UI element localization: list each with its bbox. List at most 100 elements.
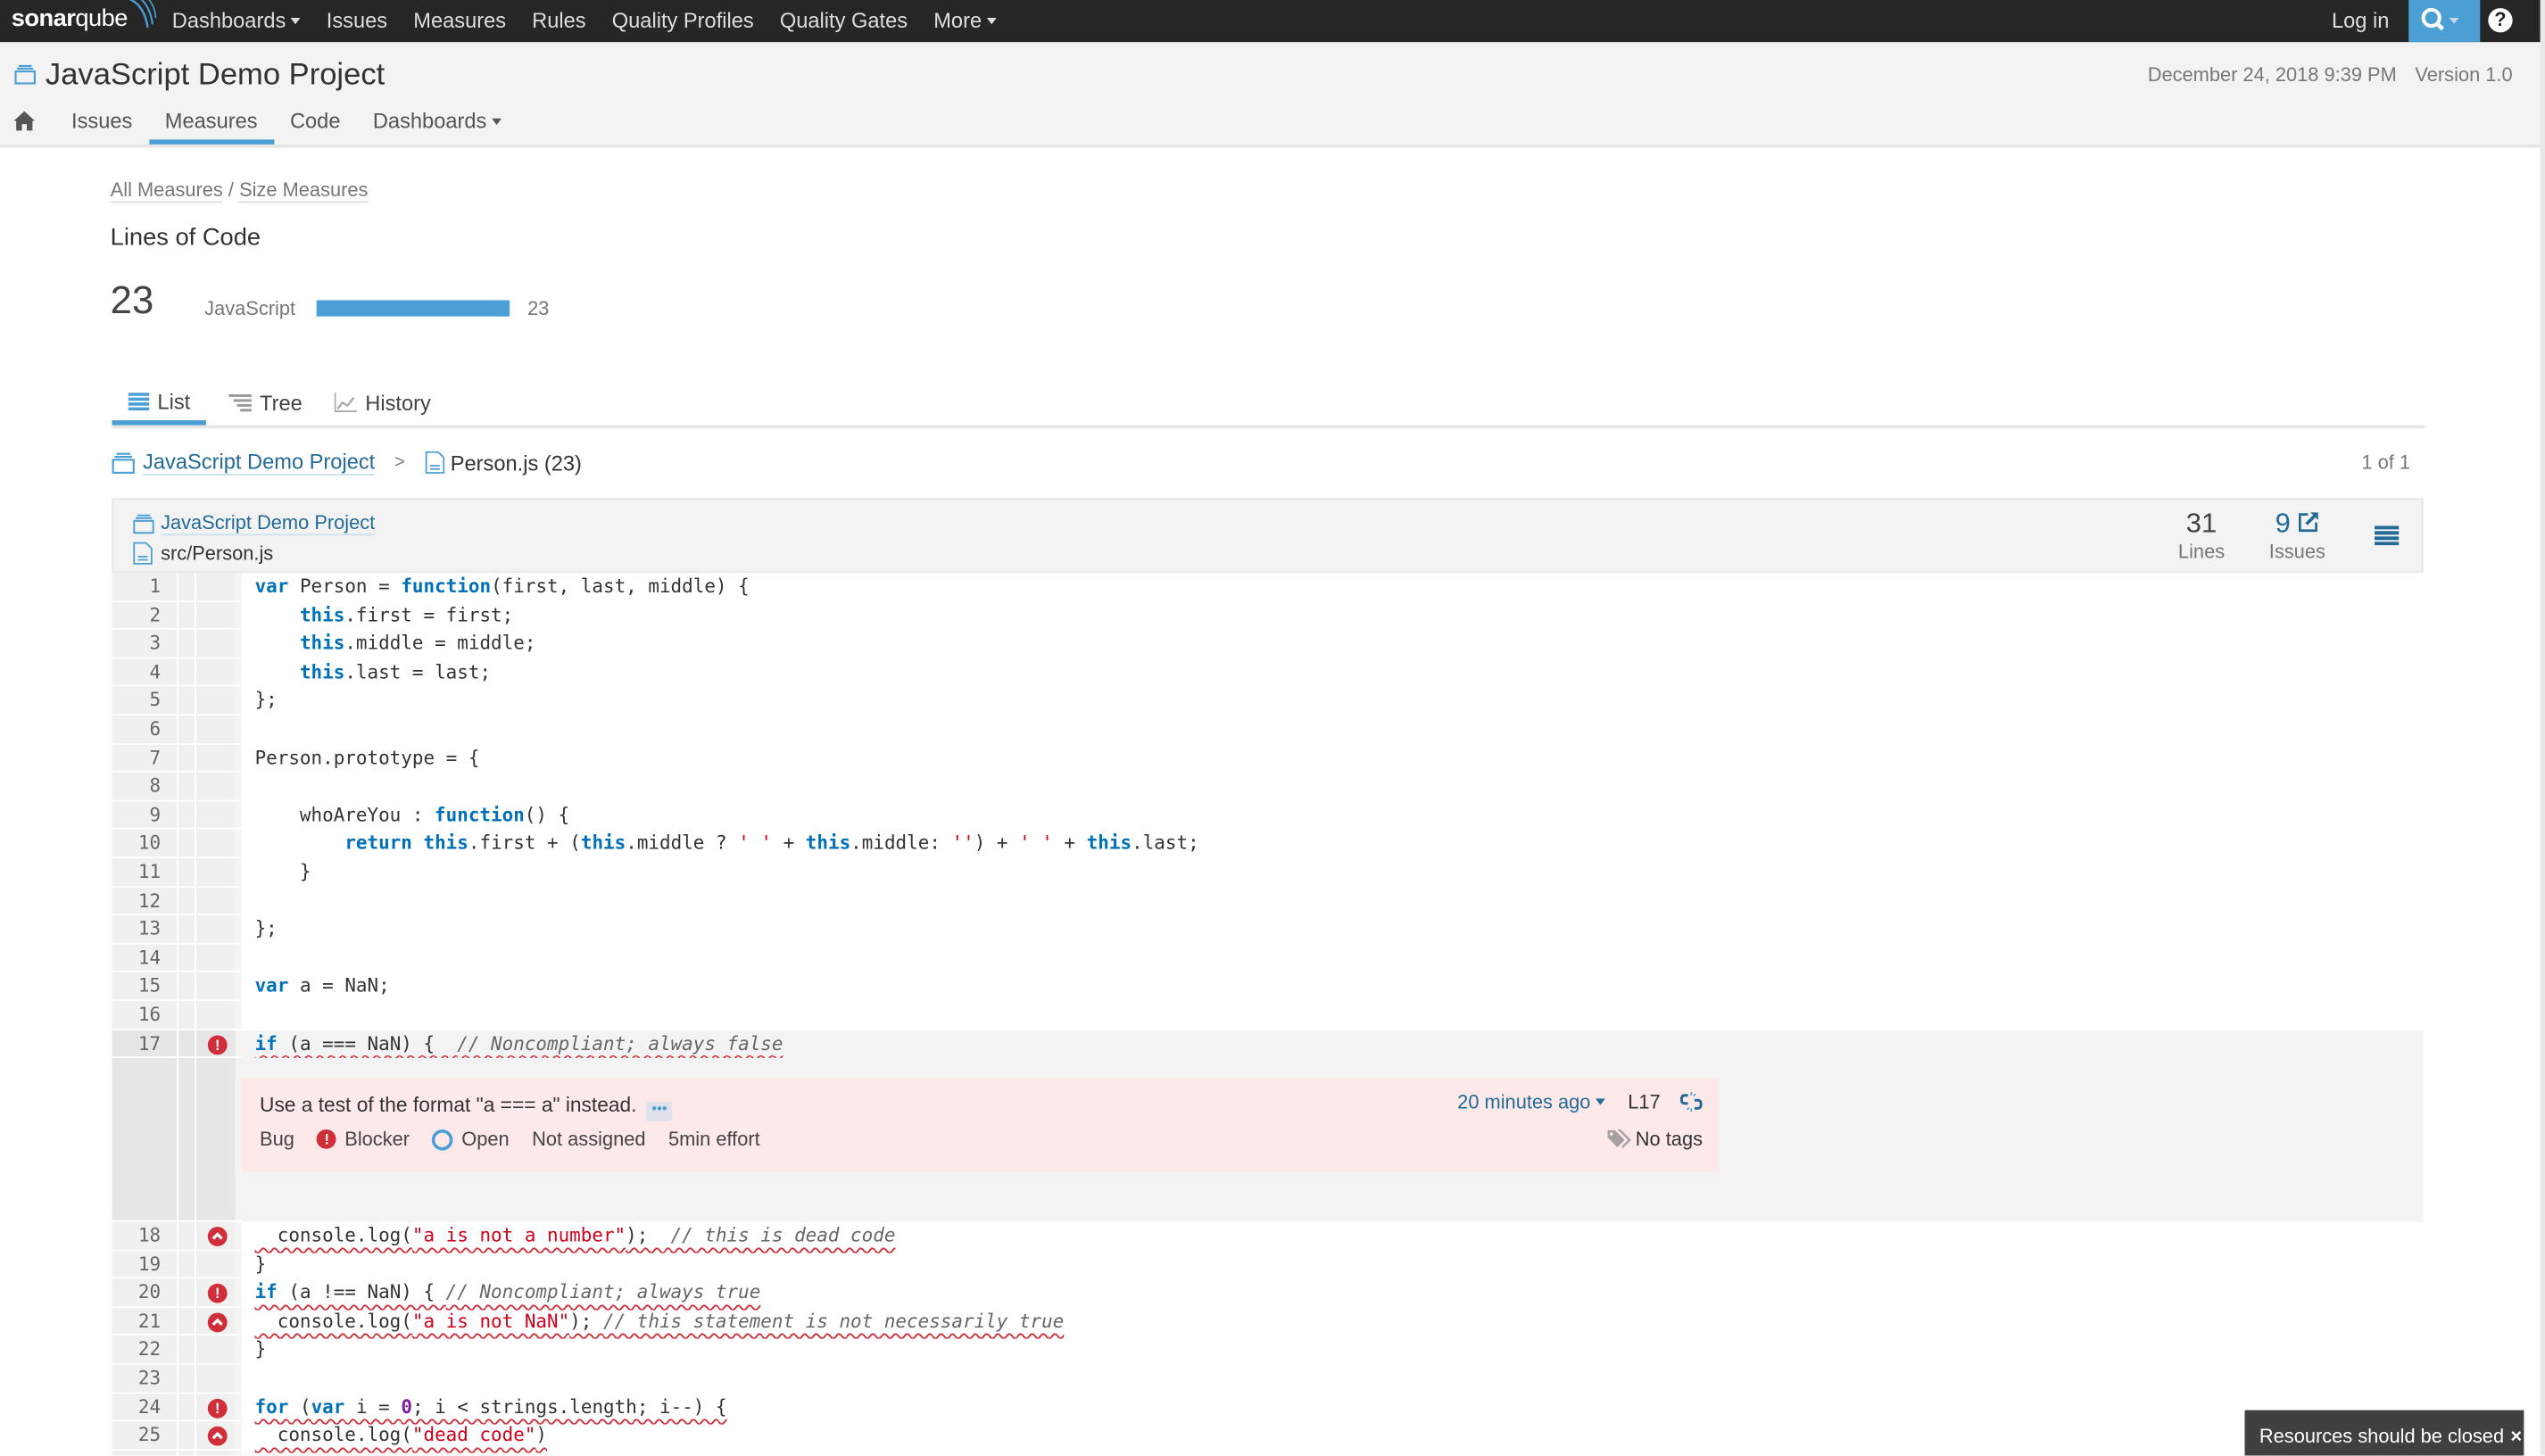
issue-tags[interactable]: No tags — [1606, 1128, 1703, 1151]
sonarqube-logo[interactable]: sonarqube — [12, 0, 157, 32]
critical-severity-icon[interactable] — [207, 1227, 228, 1247]
source-actions-menu[interactable] — [2375, 524, 2400, 553]
code-token: // this is dead code — [670, 1223, 896, 1247]
issues-gutter — [195, 716, 236, 745]
breadcrumb-project-link[interactable]: JavaScript Demo Project — [143, 450, 376, 476]
line-number[interactable]: 6 — [112, 716, 178, 745]
line-number[interactable]: 7 — [112, 744, 178, 774]
blocker-severity-icon[interactable]: ! — [207, 1398, 228, 1419]
line-number[interactable]: 10 — [112, 830, 178, 859]
global-nav-quality-gates[interactable]: Quality Gates — [767, 0, 920, 42]
line-number[interactable]: 14 — [112, 944, 178, 973]
global-nav-dashboards[interactable]: Dashboards — [159, 0, 313, 42]
code-token: 0 — [401, 1394, 412, 1419]
global-nav-rules[interactable]: Rules — [519, 0, 600, 42]
tab-label: Code — [289, 108, 341, 134]
tab-tree[interactable]: Tree — [228, 383, 303, 422]
issues-gutter — [195, 1250, 236, 1279]
source-project-link[interactable]: JavaScript Demo Project — [161, 511, 376, 536]
tab-list[interactable]: List — [112, 383, 207, 426]
issues-gutter — [195, 830, 236, 859]
line-number[interactable]: 16 — [112, 1001, 178, 1030]
source-line: 4 this.last = last; — [112, 658, 2424, 688]
issue-assignee[interactable]: Not assigned — [532, 1128, 645, 1150]
global-nav-issues[interactable]: Issues — [313, 0, 400, 42]
search-icon — [2421, 7, 2459, 31]
home-link[interactable] — [0, 103, 55, 139]
line-number[interactable]: 13 — [112, 915, 178, 945]
project-icon — [133, 513, 154, 534]
critical-severity-icon[interactable] — [207, 1312, 228, 1333]
issue-severity[interactable]: ! Blocker — [317, 1128, 410, 1151]
measure-breadcrumb: All Measures / Size Measures — [110, 178, 369, 203]
code-token: "a is not a number" — [411, 1223, 626, 1247]
code-token: '' — [951, 831, 974, 855]
issue-card[interactable]: Use a test of the format "a === a" inste… — [242, 1077, 1720, 1172]
global-navbar: sonarqube Dashboards Issues Measures Rules Q… — [0, 0, 2545, 43]
scm-gutter — [177, 1058, 195, 1222]
issue-age-dropdown[interactable]: 20 minutes ago — [1457, 1090, 1605, 1113]
project-tab-measures[interactable]: Measures — [148, 103, 274, 145]
line-code — [242, 944, 2424, 972]
project-title[interactable]: JavaScript Demo Project — [46, 58, 385, 94]
line-number[interactable]: 19 — [112, 1250, 178, 1279]
line-number[interactable]: 18 — [112, 1221, 178, 1251]
permalink-icon[interactable] — [1679, 1090, 1703, 1113]
search-button[interactable] — [2408, 0, 2481, 43]
lines-measure: 31 Lines — [2178, 508, 2225, 563]
all-measures-link[interactable]: All Measures — [110, 178, 223, 203]
line-number[interactable]: 12 — [112, 887, 178, 916]
line-number[interactable]: 15 — [112, 972, 178, 1002]
line-number[interactable]: 4 — [112, 658, 178, 688]
help-button[interactable]: ? — [2488, 8, 2513, 33]
line-code: console.log("a is not NaN"); // this sta… — [242, 1308, 2424, 1336]
code-token: return — [344, 831, 412, 855]
code-token: function — [435, 802, 525, 826]
issue-message[interactable]: Use a test of the format "a === a" inste… — [260, 1094, 673, 1122]
line-number[interactable]: 20 — [112, 1278, 178, 1308]
login-link[interactable]: Log in — [2332, 0, 2389, 42]
tab-label: Issues — [71, 108, 133, 134]
global-nav-menu: Dashboards Issues Measures Rules Quality Pro… — [159, 0, 1009, 42]
page-scrollbar[interactable] — [2540, 0, 2545, 1456]
line-number[interactable]: 8 — [112, 773, 178, 802]
line-number[interactable]: 3 — [112, 630, 178, 659]
issue-type[interactable]: Bug — [260, 1128, 294, 1150]
critical-severity-icon[interactable] — [207, 1427, 228, 1447]
more-info-button[interactable]: ••• — [646, 1101, 673, 1122]
line-number[interactable]: 21 — [112, 1307, 178, 1336]
line-number[interactable]: 25 — [112, 1421, 178, 1451]
issues-value[interactable]: 9 — [2276, 508, 2291, 539]
close-icon[interactable]: × — [2510, 1425, 2522, 1447]
tab-history[interactable]: History — [334, 383, 431, 422]
line-number[interactable]: 23 — [112, 1364, 178, 1394]
project-tab-issues[interactable]: Issues — [55, 103, 149, 144]
line-number[interactable]: 2 — [112, 601, 178, 631]
size-measures-link[interactable]: Size Measures — [239, 178, 369, 203]
blocker-severity-icon[interactable]: ! — [207, 1034, 228, 1055]
line-number[interactable]: 17 — [112, 1030, 178, 1059]
global-nav-measures[interactable]: Measures — [401, 0, 519, 42]
source-line: 20! if (a !== NaN) { // Noncompliant; alw… — [112, 1278, 2424, 1308]
nav-label: Quality Gates — [779, 8, 908, 33]
project-tab-code[interactable]: Code — [274, 103, 357, 144]
code-token: if — [254, 1030, 278, 1055]
line-number[interactable]: 24 — [112, 1393, 178, 1422]
issues-gutter — [195, 658, 236, 688]
global-nav-more[interactable]: More — [921, 0, 1009, 42]
issues-gutter — [195, 1221, 236, 1251]
line-number[interactable]: 1 — [112, 573, 178, 602]
global-nav-quality-profiles[interactable]: Quality Profiles — [599, 0, 767, 42]
issues-measure[interactable]: 9 Issues — [2269, 508, 2325, 563]
line-number[interactable]: 11 — [112, 858, 178, 888]
code-token: var — [254, 973, 289, 997]
line-number[interactable]: 5 — [112, 687, 178, 716]
line-number[interactable]: 22 — [112, 1336, 178, 1365]
line-number[interactable]: 26 — [112, 1450, 178, 1456]
issue-status[interactable]: Open — [432, 1128, 510, 1151]
project-tab-dashboards[interactable]: Dashboards — [357, 103, 518, 144]
coverage-gutter — [235, 658, 243, 688]
line-number[interactable]: 9 — [112, 801, 178, 831]
blocker-severity-icon[interactable]: ! — [207, 1284, 228, 1304]
